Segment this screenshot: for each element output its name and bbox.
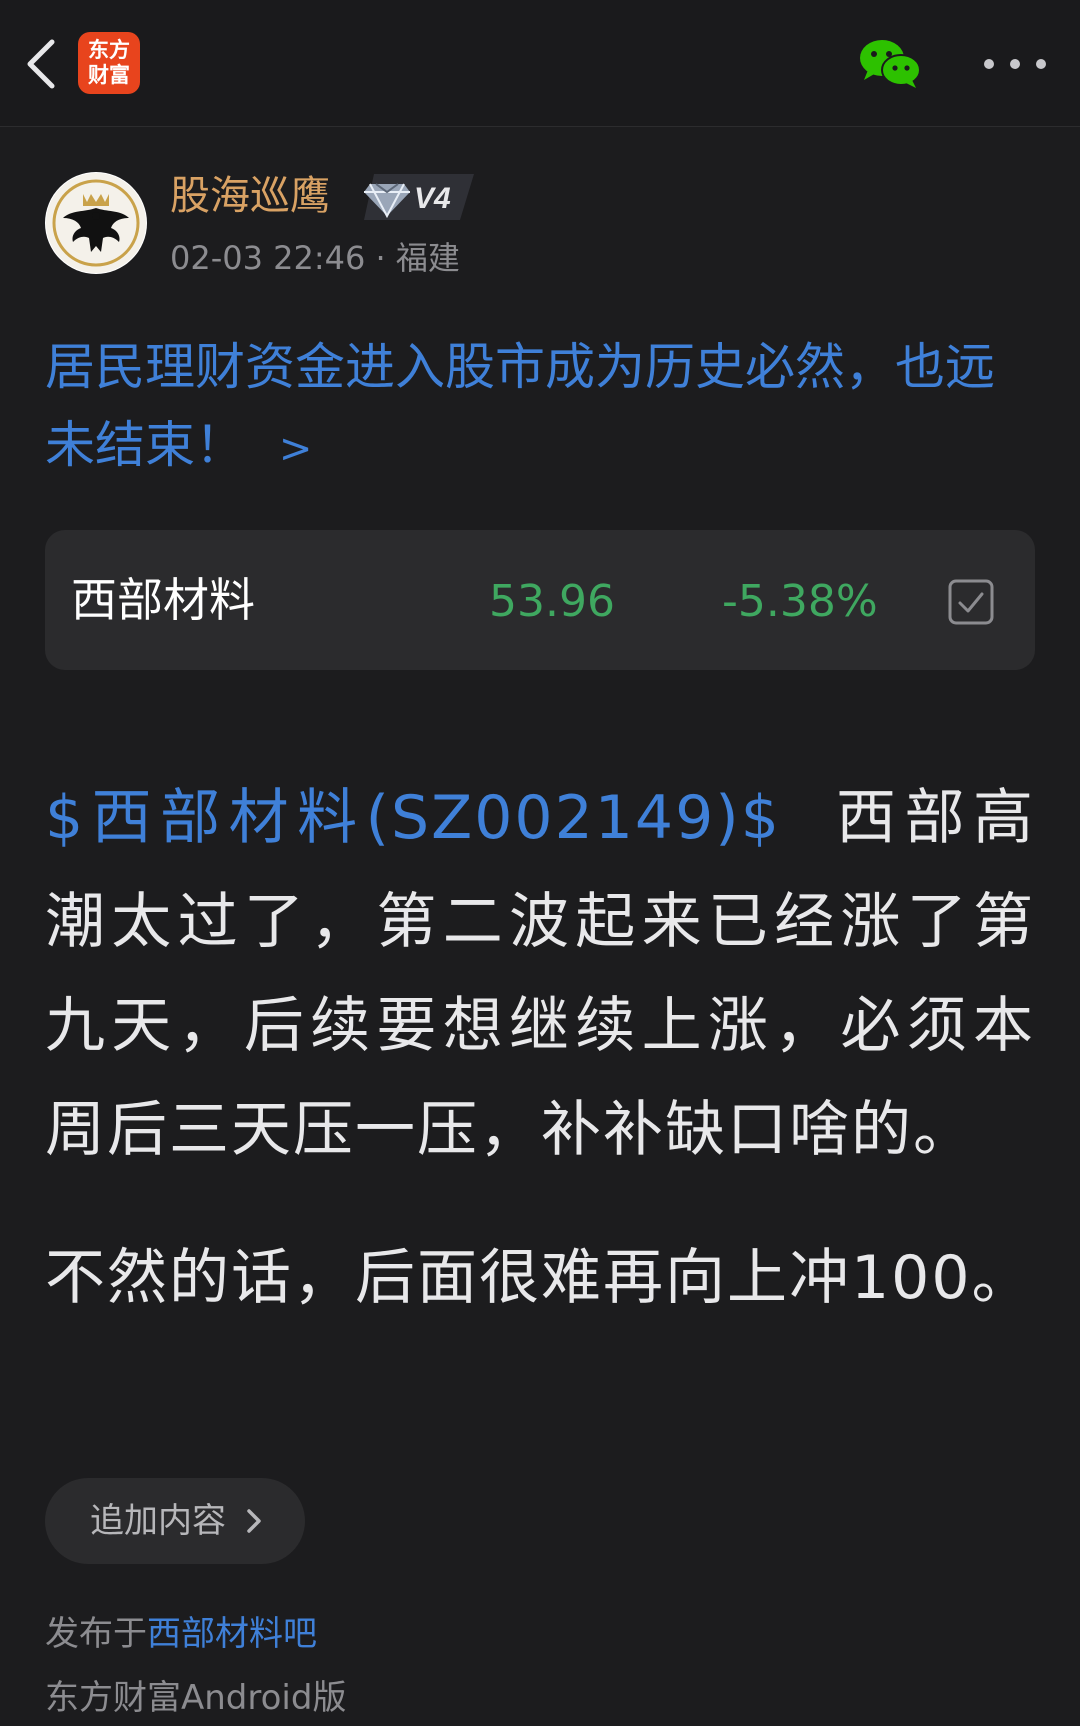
author-name[interactable]: 股海巡鹰 (170, 168, 330, 224)
published-in: 发布于西部材料吧 (45, 1610, 317, 1658)
post-body-paragraph-2: 不然的话，后面很难再向上冲100。 (45, 1243, 1034, 1313)
published-prefix: 发布于 (45, 1614, 147, 1654)
stock-change-percent: -5.38% (722, 576, 878, 627)
append-content-button[interactable]: 追加内容 (45, 1478, 305, 1564)
checkbox-checked-icon[interactable] (947, 578, 995, 626)
level-text: V4 (414, 182, 451, 215)
stock-price: 53.96 (489, 576, 615, 627)
level-badge: V4 (364, 174, 474, 220)
forum-link[interactable]: 西部材料吧 (147, 1614, 317, 1654)
post-timestamp: 02-03 22:46 (170, 239, 366, 277)
post-detail-page: 东方 财富 股海巡鹰 V4 02-03 22:46 · 福建 居民理财资金进入股… (0, 0, 1080, 1726)
headline-arrow: > (278, 426, 313, 472)
related-article-headline[interactable]: 居民理财资金进入股市成为历史必然，也远未结束！ > (45, 328, 1035, 488)
app-logo-text-line1: 东方 (88, 38, 130, 62)
chevron-right-icon (247, 1509, 261, 1533)
post-location: · 福建 (375, 239, 460, 277)
post-meta: 02-03 22:46 · 福建 (170, 236, 460, 280)
top-bar: 东方 财富 (0, 0, 1080, 127)
author-avatar[interactable] (45, 172, 147, 274)
client-info: 东方财富Android版 (45, 1678, 347, 1718)
app-logo[interactable]: 东方 财富 (78, 32, 140, 94)
eagle-crown-emblem-icon (46, 173, 146, 273)
post-body-paragraph-1: $西部材料(SZ002149)$ 西部高潮太过了，第二波起来已经涨了第九天，后续… (45, 766, 1035, 1182)
back-icon[interactable] (20, 36, 64, 92)
headline-text: 居民理财资金进入股市成为历史必然，也远未结束！ (45, 338, 995, 474)
more-icon[interactable] (980, 52, 1050, 76)
stock-quote-card[interactable]: 西部材料 53.96 -5.38% (45, 530, 1035, 670)
app-logo-text-line2: 财富 (88, 63, 130, 87)
wechat-icon[interactable] (858, 36, 922, 90)
stock-name: 西部材料 (71, 573, 255, 627)
stock-tag-link[interactable]: $西部材料(SZ002149)$ (45, 783, 781, 853)
append-button-label: 追加内容 (90, 1501, 226, 1541)
